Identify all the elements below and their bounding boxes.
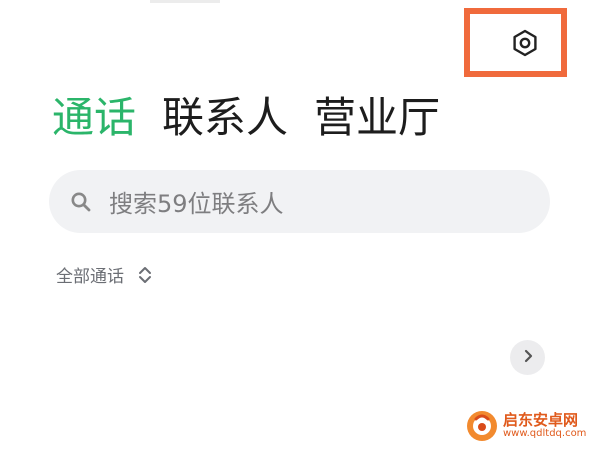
site-watermark: 启东安卓网 www.qdltdq.com <box>465 405 597 447</box>
gear-icon <box>510 28 540 62</box>
tab-contacts[interactable]: 联系人 <box>162 88 288 148</box>
search-icon <box>67 188 95 216</box>
sort-toggle-icon <box>136 263 154 287</box>
tab-calls[interactable]: 通话 <box>52 88 136 148</box>
call-filter-dropdown[interactable]: 全部通话 <box>56 262 154 287</box>
main-tabs: 通话 联系人 营业厅 <box>52 88 440 148</box>
watermark-text: 启东安卓网 www.qdltdq.com <box>503 410 587 439</box>
watermark-title: 启东安卓网 <box>503 410 579 429</box>
tab-service-hall[interactable]: 营业厅 <box>314 88 440 148</box>
settings-button[interactable] <box>505 25 545 65</box>
call-filter-label: 全部通话 <box>56 267 124 287</box>
chevron-right-button[interactable] <box>510 340 545 375</box>
watermark-url: www.qdltdq.com <box>503 427 587 439</box>
search-placeholder: 搜索59位联系人 <box>109 190 284 218</box>
status-strip <box>150 0 220 3</box>
chevron-right-icon <box>520 348 536 368</box>
watermark-logo-icon <box>465 409 499 443</box>
search-input[interactable]: 搜索59位联系人 <box>49 170 550 233</box>
